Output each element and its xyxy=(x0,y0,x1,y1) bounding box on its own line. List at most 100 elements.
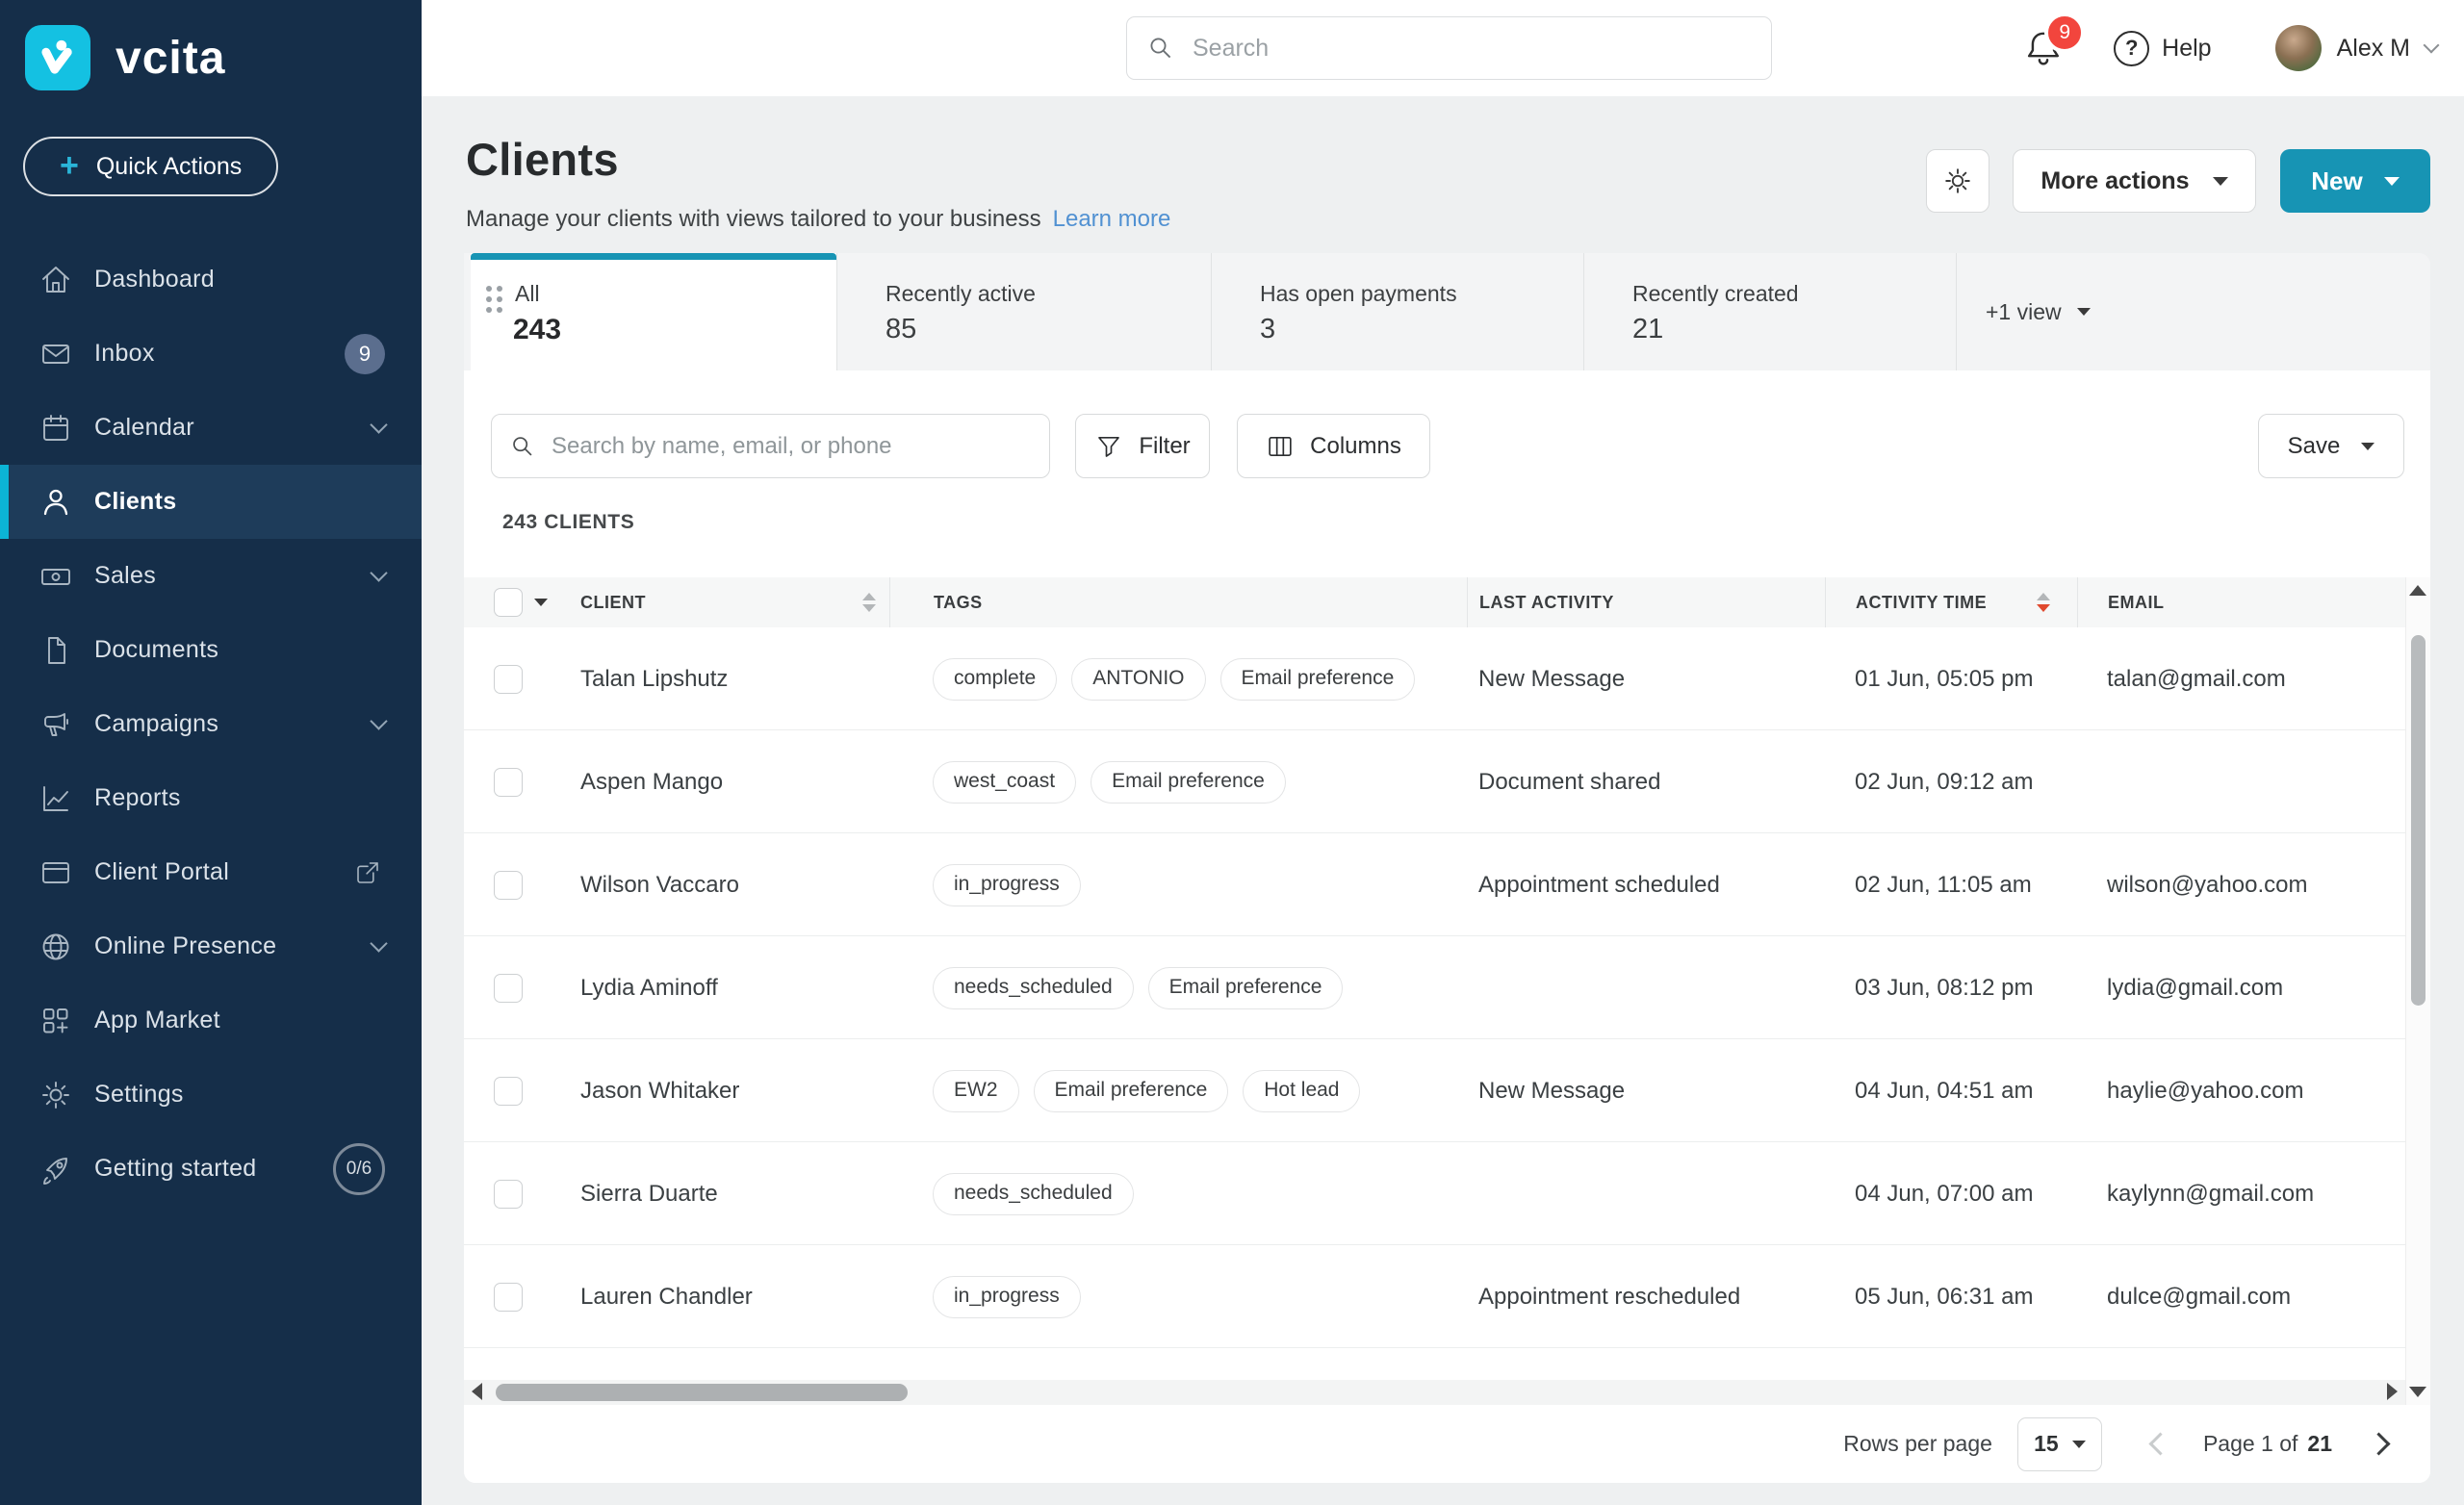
topbar: 9 ? Help Alex M xyxy=(422,0,2464,96)
row-checkbox[interactable] xyxy=(494,1283,523,1312)
tag-pill: Hot lead xyxy=(1243,1070,1360,1112)
sidebar-item-documents[interactable]: Documents xyxy=(0,613,422,687)
global-search[interactable] xyxy=(1126,16,1772,80)
sort-icon-active-desc[interactable] xyxy=(2037,593,2050,612)
tab-recently-active[interactable]: Recently active 85 xyxy=(836,253,1211,370)
row-checkbox[interactable] xyxy=(494,1077,523,1106)
tab-has-open-payments[interactable]: Has open payments 3 xyxy=(1211,253,1583,370)
column-header-tags[interactable]: TAGS xyxy=(889,577,1467,627)
table-row[interactable]: Wilson Vaccaro in_progress Appointment s… xyxy=(464,833,2405,936)
row-checkbox[interactable] xyxy=(494,1180,523,1209)
banknote-icon xyxy=(38,559,73,594)
select-options-caret[interactable] xyxy=(534,599,548,606)
new-button[interactable]: New xyxy=(2280,149,2430,213)
tag-pill: Email preference xyxy=(1220,658,1416,701)
clients-card-body: Filter Columns Save 243 CLIENTS xyxy=(464,370,2430,1483)
sidebar-item-dashboard[interactable]: Dashboard xyxy=(0,242,422,317)
scroll-left-arrow-icon[interactable] xyxy=(472,1383,482,1400)
megaphone-icon xyxy=(38,707,73,742)
tag-pill: Email preference xyxy=(1091,761,1286,804)
sort-icon[interactable] xyxy=(862,593,876,612)
notifications-button[interactable]: 9 xyxy=(2023,28,2064,68)
row-checkbox[interactable] xyxy=(494,974,523,1003)
client-search[interactable] xyxy=(491,414,1050,478)
client-name[interactable]: Wilson Vaccaro xyxy=(565,833,889,936)
scroll-up-arrow-icon[interactable] xyxy=(2409,585,2426,596)
scroll-down-arrow-icon[interactable] xyxy=(2409,1387,2426,1397)
table-row[interactable]: Aspen Mango west_coast Email preference … xyxy=(464,730,2405,833)
client-name[interactable]: Lauren Chandler xyxy=(565,1245,889,1348)
person-icon xyxy=(38,485,73,520)
last-activity xyxy=(1467,936,1825,1039)
column-header-email[interactable]: EMAIL xyxy=(2077,577,2405,627)
row-checkbox[interactable] xyxy=(494,768,523,797)
sidebar-item-sales[interactable]: Sales xyxy=(0,539,422,613)
help-button[interactable]: ? Help xyxy=(2114,31,2211,66)
select-all-checkbox[interactable] xyxy=(494,588,523,617)
tab-all[interactable]: All 243 xyxy=(471,253,836,370)
last-activity xyxy=(1467,1142,1825,1245)
last-activity: Appointment rescheduled xyxy=(1467,1245,1825,1348)
column-header-activity-time[interactable]: ACTIVITY TIME xyxy=(1825,577,2077,627)
client-name[interactable]: Jason Whitaker xyxy=(565,1039,889,1142)
row-checkbox[interactable] xyxy=(494,665,523,694)
calendar-icon xyxy=(38,411,73,446)
horizontal-scrollbar[interactable] xyxy=(464,1380,2405,1405)
table-row[interactable]: Lauren Chandler in_progress Appointment … xyxy=(464,1245,2405,1348)
table-row[interactable]: Sierra Duarte needs_scheduled 04 Jun, 07… xyxy=(464,1142,2405,1245)
drag-handle-icon[interactable] xyxy=(486,286,502,313)
client-search-input[interactable] xyxy=(552,433,1032,460)
previous-page-button[interactable] xyxy=(2148,1432,2171,1455)
sidebar-item-reports[interactable]: Reports xyxy=(0,761,422,835)
table-row[interactable]: Jason Whitaker EW2 Email preference Hot … xyxy=(464,1039,2405,1142)
column-header-last-activity[interactable]: LAST ACTIVITY xyxy=(1467,577,1825,627)
more-views-dropdown[interactable]: +1 view xyxy=(1956,253,2187,370)
save-view-button[interactable]: Save xyxy=(2258,414,2404,478)
document-icon xyxy=(38,633,73,668)
sidebar-item-campaigns[interactable]: Campaigns xyxy=(0,687,422,761)
client-name[interactable]: Sierra Duarte xyxy=(565,1142,889,1245)
sidebar-item-app-market[interactable]: App Market xyxy=(0,983,422,1058)
tab-recently-created[interactable]: Recently created 21 xyxy=(1583,253,1956,370)
table-row[interactable]: Talan Lipshutz complete ANTONIO Email pr… xyxy=(464,627,2405,730)
client-email: kaylynn@gmail.com xyxy=(2077,1142,2405,1245)
client-name[interactable]: Aspen Mango xyxy=(565,730,889,833)
sidebar-item-settings[interactable]: Settings xyxy=(0,1058,422,1132)
activity-time: 02 Jun, 09:12 am xyxy=(1825,730,2077,833)
client-name[interactable]: Lydia Aminoff xyxy=(565,936,889,1039)
more-actions-button[interactable]: More actions xyxy=(2013,149,2256,213)
columns-button[interactable]: Columns xyxy=(1237,414,1430,478)
scroll-right-arrow-icon[interactable] xyxy=(2387,1383,2398,1400)
table-row[interactable]: Lydia Aminoff needs_scheduled Email pref… xyxy=(464,936,2405,1039)
client-name[interactable]: Talan Lipshutz xyxy=(565,627,889,730)
sidebar-item-online-presence[interactable]: Online Presence xyxy=(0,909,422,983)
learn-more-link[interactable]: Learn more xyxy=(1053,206,1171,232)
table-header: CLIENT TAGS LAST ACTIVITY ACTIVITY TIME xyxy=(464,577,2405,627)
caret-down-icon xyxy=(2384,177,2400,186)
sidebar-item-clients[interactable]: Clients xyxy=(0,465,422,539)
vertical-scrollbar-thumb[interactable] xyxy=(2411,635,2426,1006)
row-checkbox[interactable] xyxy=(494,871,523,900)
last-activity: New Message xyxy=(1467,627,1825,730)
brand-logo[interactable]: vcita xyxy=(0,0,422,90)
envelope-icon xyxy=(38,337,73,371)
global-search-input[interactable] xyxy=(1193,35,1752,63)
clients-card: All 243 Recently active 85 Has open paym… xyxy=(464,253,2430,1483)
column-header-client[interactable]: CLIENT xyxy=(565,577,889,627)
sidebar-item-client-portal[interactable]: Client Portal xyxy=(0,835,422,909)
page-subtitle: Manage your clients with views tailored … xyxy=(466,206,1170,233)
user-menu[interactable]: Alex M xyxy=(2275,25,2437,71)
quick-actions-button[interactable]: + Quick Actions xyxy=(23,137,278,196)
search-icon xyxy=(1146,34,1175,63)
activity-time: 01 Jun, 05:05 pm xyxy=(1825,627,2077,730)
sidebar-item-getting-started[interactable]: Getting started 0/6 xyxy=(0,1132,422,1206)
next-page-button[interactable] xyxy=(2367,1432,2390,1455)
last-activity: New Message xyxy=(1467,1039,1825,1142)
sidebar-item-inbox[interactable]: Inbox 9 xyxy=(0,317,422,391)
sidebar-item-calendar[interactable]: Calendar xyxy=(0,391,422,465)
vertical-scrollbar[interactable] xyxy=(2405,577,2430,1405)
rows-per-page-select[interactable]: 15 xyxy=(2017,1417,2102,1471)
filter-button[interactable]: Filter xyxy=(1075,414,1210,478)
horizontal-scrollbar-thumb[interactable] xyxy=(496,1384,908,1401)
view-settings-button[interactable] xyxy=(1926,149,1989,213)
